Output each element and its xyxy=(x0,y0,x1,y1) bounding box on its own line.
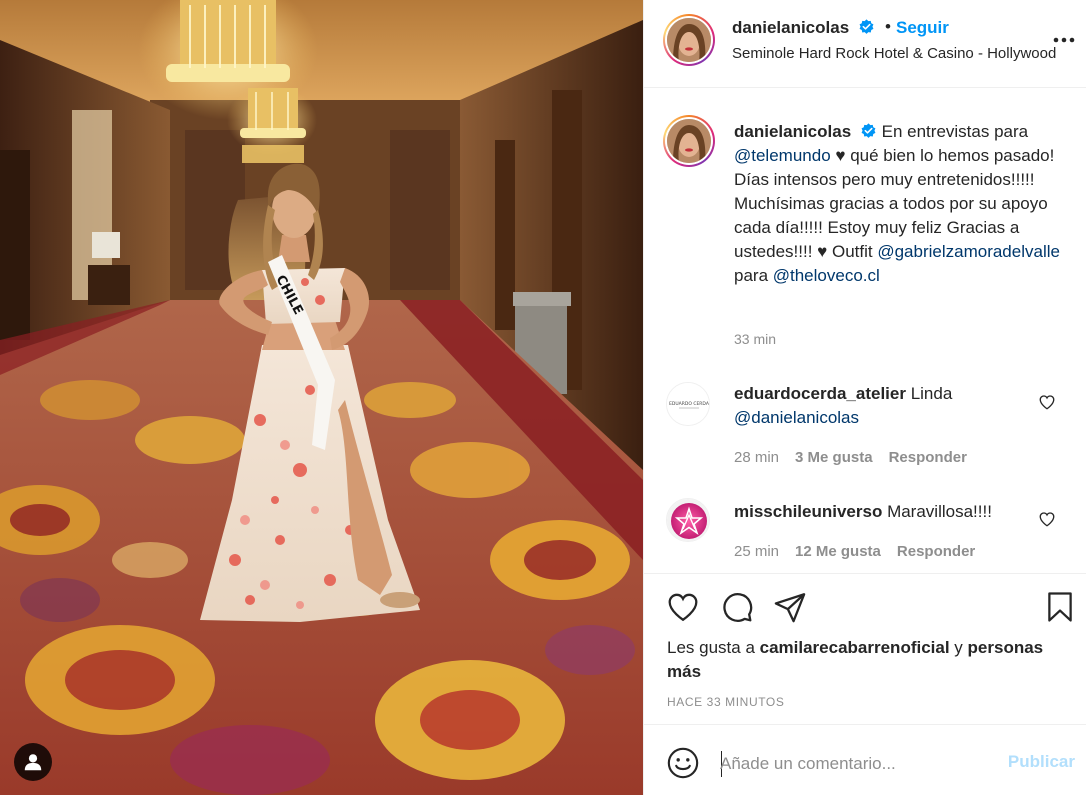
share-icon[interactable] xyxy=(773,590,807,624)
comment-input[interactable] xyxy=(720,749,992,779)
post-panel: danielanicolas • Seguir Seminole Hard Ro… xyxy=(643,0,1086,795)
verified-badge-icon xyxy=(859,19,874,34)
emoji-icon[interactable] xyxy=(666,746,700,780)
commenter-username[interactable]: eduardocerda_atelier xyxy=(734,384,906,403)
more-options-icon xyxy=(1053,37,1075,43)
more-options-button[interactable] xyxy=(1053,29,1075,51)
comment-likes-count[interactable]: 12 Me gusta xyxy=(795,543,881,560)
caption-avatar[interactable] xyxy=(663,115,715,167)
user-tag-button[interactable] xyxy=(14,743,52,781)
atelier-logo-icon: EDUARDO CERDA xyxy=(667,383,710,425)
commenter-avatar[interactable]: EDUARDO CERDA xyxy=(666,382,710,426)
comment-box: Publicar xyxy=(644,724,1086,795)
author-avatar[interactable] xyxy=(663,14,715,66)
publish-button[interactable]: Publicar xyxy=(1008,752,1075,772)
reply-button[interactable]: Responder xyxy=(889,449,967,466)
separator-dot: • xyxy=(885,17,891,36)
verified-badge-icon xyxy=(861,123,876,138)
caption-timestamp[interactable]: 33 min xyxy=(734,331,776,347)
mention-link[interactable]: @theloveco.cl xyxy=(773,266,880,285)
comment-body: Maravillosa!!!! xyxy=(882,502,992,521)
comment-like-heart-icon[interactable] xyxy=(1038,510,1056,528)
comment-likes-count[interactable]: 3 Me gusta xyxy=(795,449,873,466)
user-tag-icon xyxy=(24,754,42,771)
author-username[interactable]: danielanicolas xyxy=(732,18,875,38)
comment-icon[interactable] xyxy=(720,590,754,624)
caption-username[interactable]: danielanicolas xyxy=(734,122,851,141)
liker-username[interactable]: camilarecabarrenoficial xyxy=(760,638,950,657)
caption-text: danielanicolas En entrevistas para @tele… xyxy=(734,120,1069,288)
avatar-image xyxy=(667,119,711,163)
reply-button[interactable]: Responder xyxy=(897,543,975,560)
post-actions: Les gusta a camilarecabarrenoficial y pe… xyxy=(644,573,1086,795)
comment-body: Linda xyxy=(905,384,953,403)
author-username-text: danielanicolas xyxy=(732,18,850,37)
comment-meta: 28 min 3 Me gusta Responder xyxy=(734,449,983,466)
mention-link[interactable]: @telemundo xyxy=(734,146,831,165)
post-image: CHILE xyxy=(0,0,643,795)
miss-chile-logo-icon xyxy=(667,499,709,541)
bookmark-icon[interactable] xyxy=(1043,590,1077,624)
commenter-username[interactable]: misschileuniverso xyxy=(734,502,882,521)
likes-summary: Les gusta a camilarecabarrenoficial y pe… xyxy=(667,636,1067,684)
caption-segment: En entrevistas para xyxy=(876,122,1029,141)
commenter-avatar[interactable] xyxy=(666,498,710,542)
post-photo[interactable]: CHILE xyxy=(0,0,643,795)
mention-link[interactable]: @gabrielzamoradelvalle xyxy=(877,242,1060,261)
atelier-logo-text: EDUARDO CERDA xyxy=(669,401,710,407)
post-timestamp[interactable]: HACE 33 MINUTOS xyxy=(667,695,784,709)
likes-middle: y xyxy=(949,638,968,657)
avatar-image xyxy=(667,18,711,62)
follow-button[interactable]: Seguir xyxy=(896,18,949,38)
comment-text: misschileuniverso Maravillosa!!!! xyxy=(734,500,1034,524)
post-header: danielanicolas • Seguir Seminole Hard Ro… xyxy=(644,0,1086,88)
comment-like-heart-icon[interactable] xyxy=(1038,393,1056,411)
comment-meta: 25 min 12 Me gusta Responder xyxy=(734,543,991,560)
mention-link[interactable]: @danielanicolas xyxy=(734,408,859,427)
comment-text: eduardocerda_atelier Linda @danielanicol… xyxy=(734,382,1034,430)
comment-time[interactable]: 28 min xyxy=(734,449,779,466)
location-link[interactable]: Seminole Hard Rock Hotel & Casino - Holl… xyxy=(732,45,1068,62)
comment-time[interactable]: 25 min xyxy=(734,543,779,560)
caption-segment: para xyxy=(734,266,773,285)
likes-prefix: Les gusta a xyxy=(667,638,760,657)
heart-icon[interactable] xyxy=(666,590,700,624)
